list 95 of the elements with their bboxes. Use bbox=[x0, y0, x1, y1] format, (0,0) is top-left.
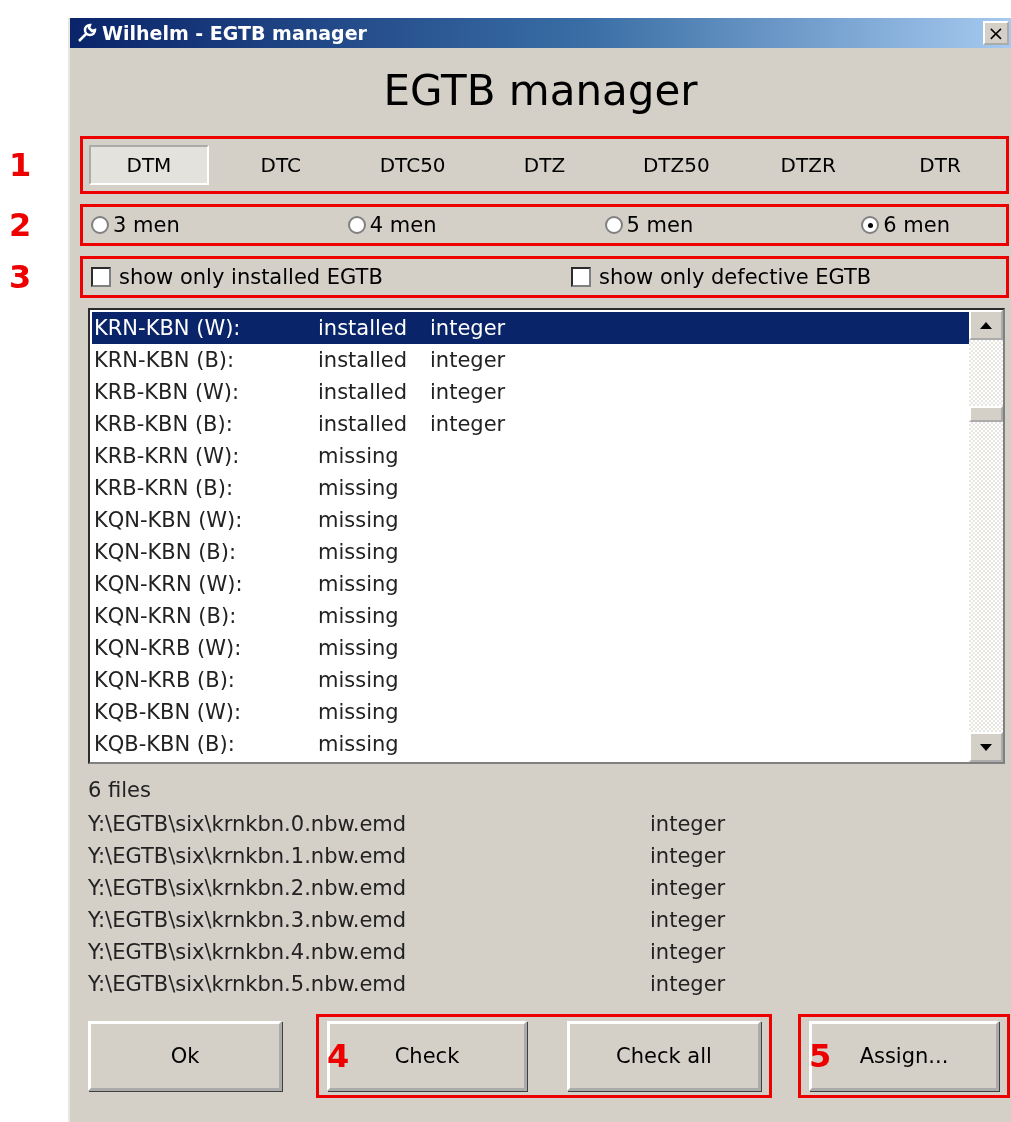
list-item[interactable]: KRB-KRN (B): missing bbox=[92, 472, 969, 504]
file-path: Y:\EGTB\six\krnkbn.5.nbw.emd bbox=[88, 972, 408, 996]
callout-number: 1 bbox=[9, 146, 32, 184]
list-item[interactable]: KRN-KBN (W): installed integer bbox=[92, 312, 969, 344]
checkbox-label: show only defective EGTB bbox=[599, 265, 872, 289]
list-item[interactable]: KQB-KBN (B): missing bbox=[92, 728, 969, 760]
file-path: Y:\EGTB\six\krnkbn.3.nbw.emd bbox=[88, 908, 408, 932]
table-status: missing bbox=[318, 636, 400, 660]
window-title: Wilhelm - EGTB manager bbox=[102, 22, 368, 44]
radio-label: 3 men bbox=[113, 213, 180, 237]
file-path: Y:\EGTB\six\krnkbn.1.nbw.emd bbox=[88, 844, 408, 868]
table-name: KRB-KRN (B): bbox=[94, 476, 234, 500]
callout-number: 5 bbox=[809, 1037, 832, 1075]
table-status: installed bbox=[318, 316, 409, 340]
metric-tab[interactable]: DTZ50 bbox=[616, 145, 737, 185]
metric-tab[interactable]: DTC50 bbox=[352, 145, 473, 185]
file-type: integer bbox=[650, 940, 726, 964]
file-path: Y:\EGTB\six\krnkbn.2.nbw.emd bbox=[88, 876, 408, 900]
file-type: integer bbox=[650, 812, 726, 836]
list-item[interactable]: KQN-KRB (B): missing bbox=[92, 664, 969, 696]
metric-tab[interactable]: DTZ bbox=[484, 145, 605, 185]
table-name: KQN-KRN (B): bbox=[94, 604, 238, 628]
table-status: missing bbox=[318, 508, 400, 532]
table-type: integer bbox=[430, 348, 506, 372]
table-name: KRB-KRN (W): bbox=[94, 444, 241, 468]
checkbox[interactable] bbox=[91, 267, 111, 287]
file-path: Y:\EGTB\six\krnkbn.0.nbw.emd bbox=[88, 812, 408, 836]
table-name: KRB-KBN (B): bbox=[94, 412, 234, 436]
table-status: missing bbox=[318, 700, 400, 724]
table-name: KQB-KBN (W): bbox=[94, 700, 243, 724]
table-status: missing bbox=[318, 668, 400, 692]
table-name: KRN-KBN (B): bbox=[94, 348, 236, 372]
table-name: KQN-KRB (B): bbox=[94, 668, 236, 692]
dialog-heading: EGTB manager bbox=[382, 66, 699, 117]
list-item[interactable]: KRN-KBN (B): installed integer bbox=[92, 344, 969, 376]
file-type: integer bbox=[650, 844, 726, 868]
checkbox-label: show only installed EGTB bbox=[119, 265, 383, 289]
list-item[interactable]: KQB-KBN (W): missing bbox=[92, 696, 969, 728]
table-status: missing bbox=[318, 572, 400, 596]
metric-tab[interactable]: DTC bbox=[220, 145, 341, 185]
table-status: missing bbox=[318, 540, 400, 564]
file-type: integer bbox=[650, 876, 726, 900]
list-item[interactable]: KQN-KRN (B): missing bbox=[92, 600, 969, 632]
metric-tab[interactable]: DTZR bbox=[748, 145, 869, 185]
table-name: KQB-KBN (B): bbox=[94, 732, 236, 756]
list-item[interactable]: KQN-KBN (B): missing bbox=[92, 536, 969, 568]
table-name: KQN-KRB (W): bbox=[94, 636, 243, 660]
file-type: integer bbox=[650, 908, 726, 932]
list-item[interactable]: KQN-KRB (W): missing bbox=[92, 632, 969, 664]
table-name: KQN-KRN (W): bbox=[94, 572, 244, 596]
file-type: integer bbox=[650, 972, 726, 996]
list-item[interactable]: KRB-KRN (W): missing bbox=[92, 440, 969, 472]
table-type: integer bbox=[430, 412, 506, 436]
table-status: missing bbox=[318, 444, 400, 468]
list-item[interactable]: KRB-KBN (W): installed integer bbox=[92, 376, 969, 408]
scroll-down-button[interactable] bbox=[969, 732, 1003, 762]
table-type: integer bbox=[430, 380, 506, 404]
ok-button[interactable]: Ok bbox=[88, 1021, 282, 1091]
radio-button[interactable] bbox=[347, 216, 366, 234]
list-item[interactable]: KQN-KBN (W): missing bbox=[92, 504, 969, 536]
scrollbar[interactable] bbox=[969, 310, 1003, 762]
callout-number: 2 bbox=[9, 206, 32, 244]
wrench-icon bbox=[76, 22, 98, 44]
down-arrow-icon bbox=[980, 743, 992, 751]
table-type: integer bbox=[430, 316, 506, 340]
table-name: KRN-KBN (W): bbox=[94, 316, 242, 340]
check-button[interactable]: Check all bbox=[567, 1021, 761, 1091]
radio-button[interactable] bbox=[91, 216, 109, 234]
radio-label: 5 men bbox=[626, 213, 694, 237]
table-name: KQN-KBN (W): bbox=[94, 508, 244, 532]
table-status: missing bbox=[318, 732, 400, 756]
file-path: Y:\EGTB\six\krnkbn.4.nbw.emd bbox=[88, 940, 408, 964]
table-name: KRB-KBN (W): bbox=[94, 380, 241, 404]
radio-label: 4 men bbox=[369, 213, 437, 237]
callout-number: 4 bbox=[327, 1037, 350, 1075]
metric-tab[interactable]: DTM bbox=[89, 145, 209, 185]
radio-button[interactable] bbox=[861, 216, 880, 234]
callout-number: 3 bbox=[9, 258, 32, 296]
close-button[interactable]: × bbox=[983, 21, 1009, 45]
table-status: installed bbox=[318, 348, 409, 372]
list-item[interactable]: KQN-KRN (W): missing bbox=[92, 568, 969, 600]
scroll-thumb[interactable] bbox=[969, 406, 1003, 422]
scroll-up-button[interactable] bbox=[969, 310, 1003, 340]
metric-tab[interactable]: DTR bbox=[880, 145, 1000, 185]
checkbox[interactable] bbox=[571, 267, 591, 287]
table-status: missing bbox=[318, 476, 400, 500]
radio-label: 6 men bbox=[883, 213, 950, 237]
up-arrow-icon bbox=[980, 321, 992, 329]
table-status: missing bbox=[318, 604, 400, 628]
table-status: installed bbox=[318, 380, 409, 404]
table-status: installed bbox=[318, 412, 409, 436]
radio-button[interactable] bbox=[604, 216, 623, 234]
file-count: 6 files bbox=[88, 778, 152, 804]
list-item[interactable]: KRB-KBN (B): installed integer bbox=[92, 408, 969, 440]
table-name: KQN-KBN (B): bbox=[94, 540, 238, 564]
